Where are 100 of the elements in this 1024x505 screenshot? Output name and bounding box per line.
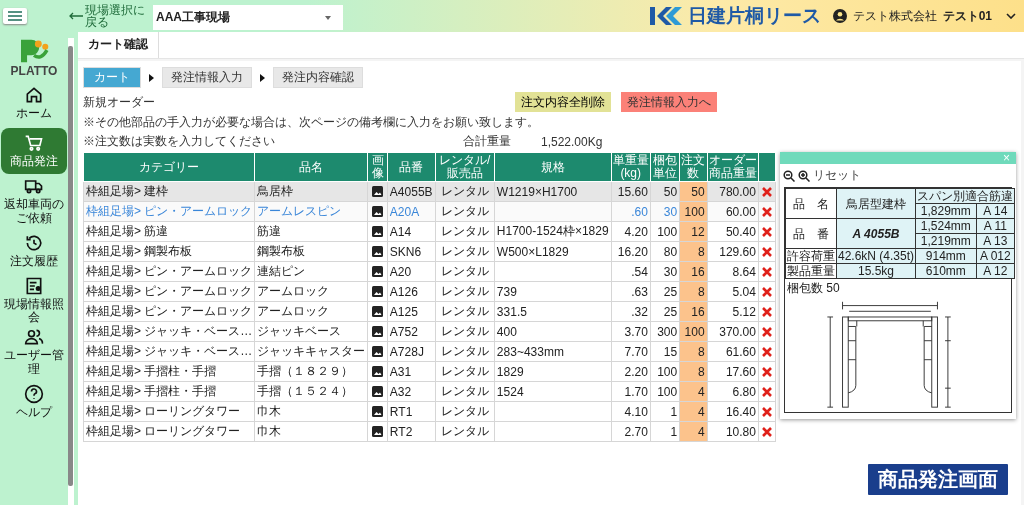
- zoom-in-icon[interactable]: [798, 169, 810, 182]
- image-icon[interactable]: [372, 306, 384, 318]
- arrow-left-icon: [69, 12, 83, 20]
- table-cell: 巾木: [254, 421, 368, 442]
- document-icon: [24, 275, 44, 296]
- delete-icon[interactable]: [761, 346, 772, 357]
- table-cell: .54: [611, 261, 651, 282]
- spec-header: スパン別適合筋違: [915, 188, 1015, 204]
- image-icon[interactable]: [372, 266, 384, 278]
- delete-icon[interactable]: [761, 426, 772, 437]
- table-cell: 枠組足場> ピン・アームロック: [83, 281, 255, 302]
- table-cell: 6.80: [707, 381, 759, 402]
- table-cell: 枠組足場> ジャッキ・ベース…: [83, 321, 255, 342]
- chevron-down-icon[interactable]: [1006, 13, 1016, 19]
- table-cell: 枠組足場> ジャッキ・ベース…: [83, 341, 255, 362]
- menu-button[interactable]: [3, 8, 27, 24]
- table-cell: 手摺（１５２４）: [254, 381, 368, 402]
- table-cell: アームロック: [254, 301, 368, 322]
- table-cell: 370.00: [707, 321, 759, 342]
- table-cell: 巾木: [254, 401, 368, 422]
- table-cell: 61.60: [707, 341, 759, 362]
- nav-item[interactable]: 現場情報照会: [1, 275, 67, 326]
- table-cell: 枠組足場> 建枠: [83, 181, 255, 202]
- nav-item[interactable]: ホーム: [1, 80, 67, 126]
- nav-item[interactable]: 返却車両のご依頼: [1, 176, 67, 226]
- table-cell: 枠組足場> ローリングタワー: [83, 421, 255, 442]
- table-cell: レンタル: [435, 281, 495, 302]
- delete-icon[interactable]: [761, 226, 772, 237]
- menu-icon: [8, 11, 22, 21]
- triangle-right-icon: [149, 73, 154, 82]
- column-header: 品名: [254, 152, 368, 182]
- table-cell: 枠組足場> 筋違: [83, 221, 255, 242]
- table-cell: 枠組足場> ピン・アームロック: [83, 301, 255, 322]
- delete-icon[interactable]: [761, 326, 772, 337]
- logo-text: PLATTO: [10, 64, 58, 78]
- delete-icon[interactable]: [761, 246, 772, 257]
- delete-icon[interactable]: [761, 366, 772, 377]
- image-icon[interactable]: [372, 406, 384, 418]
- column-header: 注文数: [679, 152, 708, 182]
- table-cell: 5.04: [707, 281, 759, 302]
- image-icon[interactable]: [372, 226, 384, 238]
- table-cell: 4.10: [611, 401, 651, 422]
- image-icon[interactable]: [372, 366, 384, 378]
- image-icon[interactable]: [372, 386, 384, 398]
- table-cell: 739: [494, 281, 612, 302]
- step-tab[interactable]: 発注情報入力: [162, 67, 252, 88]
- table-cell: 8.64: [707, 261, 759, 282]
- table-cell: 枠組足場> 手摺柱・手摺: [83, 361, 255, 382]
- action-button[interactable]: 発注情報入力へ: [621, 92, 717, 112]
- table-cell: A32: [387, 381, 436, 402]
- delete-icon[interactable]: [761, 386, 772, 397]
- help-icon: [24, 383, 44, 404]
- triangle-right-icon: [260, 73, 265, 82]
- scrollbar[interactable]: [68, 46, 73, 486]
- image-icon[interactable]: [372, 326, 384, 338]
- brand-name: 日建片桐リース: [687, 4, 821, 28]
- table-cell: 1: [650, 421, 680, 442]
- action-button[interactable]: 注文内容全削除: [515, 92, 611, 112]
- company-name: テスト株式会社: [852, 7, 937, 25]
- table-cell: 枠組足場> ピン・アームロック: [83, 261, 255, 282]
- users-icon: [24, 327, 44, 348]
- delete-icon[interactable]: [761, 406, 772, 417]
- home-icon: [24, 85, 44, 106]
- delete-icon[interactable]: [761, 266, 772, 277]
- site-select[interactable]: AAA工事現場: [153, 5, 343, 30]
- step-tab[interactable]: 発注内容確認: [273, 67, 363, 88]
- nav-item[interactable]: 注文履歴: [1, 227, 67, 274]
- table-cell: レンタル: [435, 361, 495, 382]
- table-cell: 1: [650, 401, 680, 422]
- table-cell: 129.60: [707, 241, 759, 262]
- table-cell: SKN6: [387, 241, 436, 262]
- reset-button[interactable]: リセット: [813, 167, 861, 184]
- image-icon[interactable]: [372, 186, 384, 198]
- table-cell: W500×L1829: [494, 241, 612, 262]
- table-cell: 3.70: [611, 321, 651, 342]
- delete-icon[interactable]: [761, 206, 772, 217]
- back-link[interactable]: 現場選択に戻る: [69, 4, 147, 28]
- delete-icon[interactable]: [761, 286, 772, 297]
- nav-item[interactable]: 商品発注: [1, 128, 67, 174]
- image-icon[interactable]: [372, 426, 384, 438]
- column-header: レンタル/販売品: [435, 152, 495, 182]
- image-icon[interactable]: [372, 206, 384, 218]
- image-icon[interactable]: [372, 246, 384, 258]
- image-icon[interactable]: [372, 346, 384, 358]
- column-header: 品番: [387, 152, 436, 182]
- table-cell: レンタル: [435, 301, 495, 322]
- delete-icon[interactable]: [761, 186, 772, 197]
- table-cell: 300: [650, 321, 680, 342]
- delete-icon[interactable]: [761, 306, 772, 317]
- table-cell: レンタル: [435, 341, 495, 362]
- nav-item[interactable]: ユーザー管理: [1, 327, 67, 377]
- nav-item[interactable]: ヘルプ: [1, 378, 67, 425]
- table-cell: A752: [387, 321, 436, 342]
- note-text: ※注文数は実数を入力してください: [83, 133, 276, 150]
- cart-icon: [24, 133, 44, 154]
- zoom-out-icon[interactable]: [783, 169, 795, 182]
- table-cell: 331.5: [494, 301, 612, 322]
- image-icon[interactable]: [372, 286, 384, 298]
- table-cell: 16.20: [611, 241, 651, 262]
- caption-label: 商品発注画面: [866, 462, 1010, 497]
